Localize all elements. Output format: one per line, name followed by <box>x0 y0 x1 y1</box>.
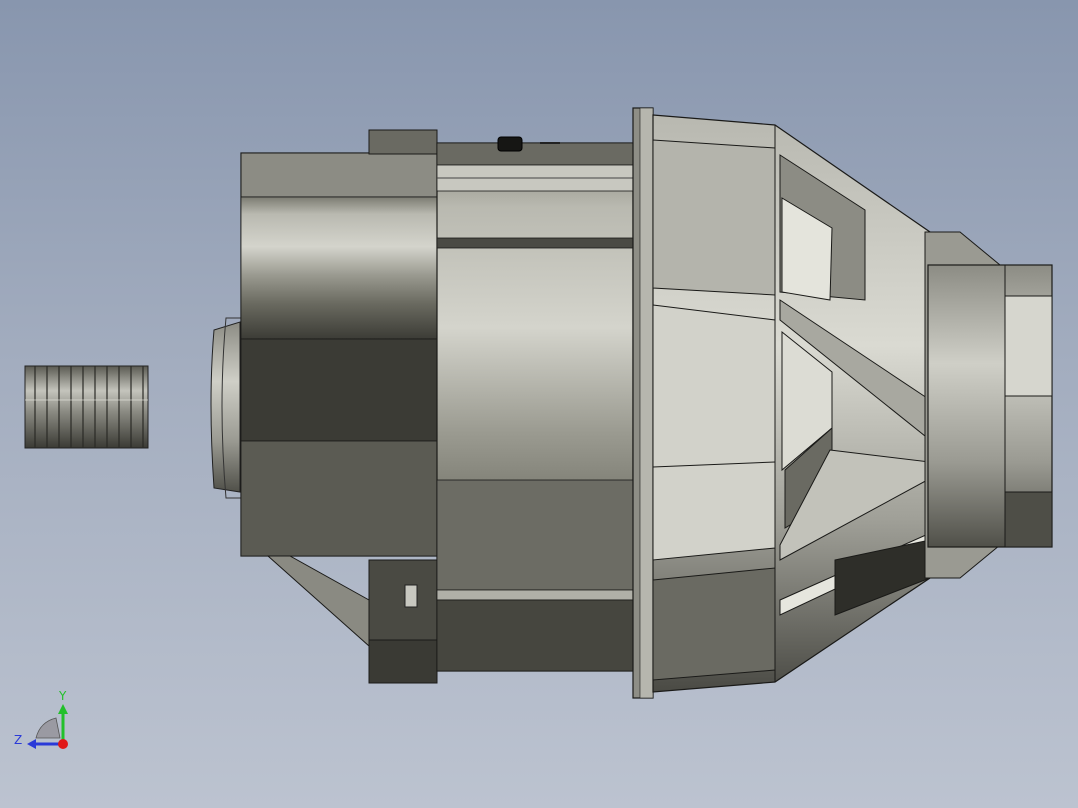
y-axis-label: Y <box>58 689 67 703</box>
housing-block[interactable] <box>240 129 438 684</box>
z-axis-label: Z <box>14 733 22 747</box>
orientation-triad[interactable]: Y Z <box>10 684 80 754</box>
cad-model-view[interactable] <box>0 0 1078 808</box>
mid-flange[interactable] <box>632 107 654 699</box>
spring-component[interactable] <box>24 365 149 449</box>
x-axis-origin-dot <box>58 739 68 749</box>
graphics-viewport[interactable]: Y Z <box>0 0 1078 808</box>
outlet-nose[interactable] <box>924 231 1053 579</box>
z-axis-arrowhead <box>27 739 36 749</box>
central-cylinder[interactable] <box>436 136 634 672</box>
triad-plane-indicator <box>35 717 61 739</box>
y-axis-arrowhead <box>58 704 68 714</box>
